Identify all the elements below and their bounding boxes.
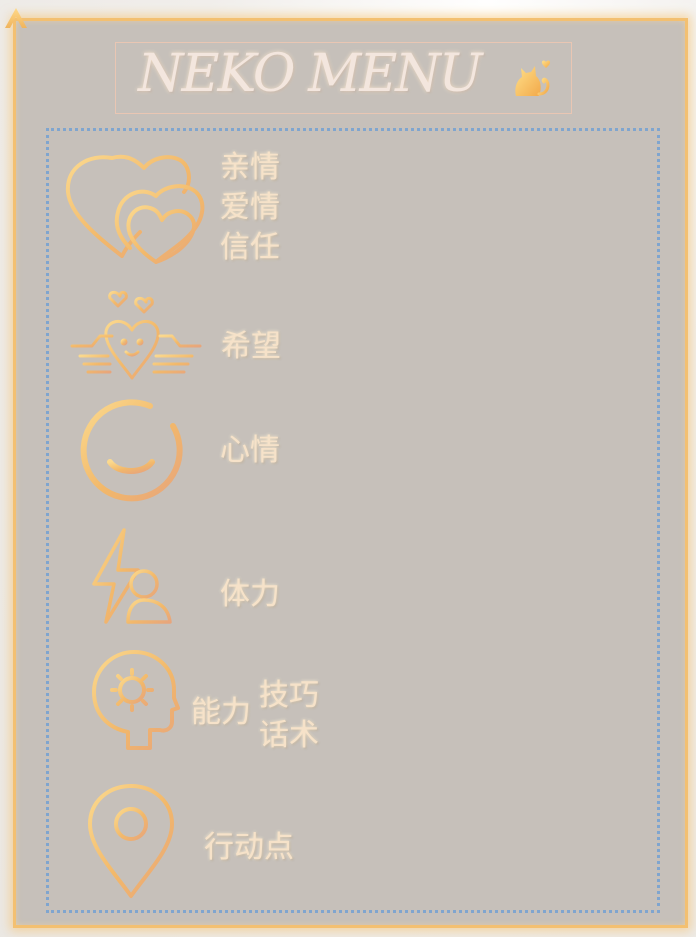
label-ability: 能力 bbox=[191, 695, 251, 730]
corner-arrow-icon bbox=[5, 8, 27, 28]
label-skill: 技巧 bbox=[259, 678, 319, 713]
label-action-points: 行动点 bbox=[204, 830, 294, 865]
lightning-person-icon bbox=[92, 528, 172, 624]
hands-heart-icon bbox=[70, 290, 202, 380]
label-romance: 爱情 bbox=[220, 190, 280, 225]
label-family-love: 亲情 bbox=[220, 150, 280, 185]
cat-icon bbox=[515, 60, 551, 96]
smiley-icon bbox=[80, 399, 183, 502]
label-stamina: 体力 bbox=[220, 577, 280, 612]
label-trust: 信任 bbox=[220, 230, 280, 265]
label-mood: 心情 bbox=[220, 433, 280, 468]
menu-title: NEKO MENU bbox=[138, 44, 483, 104]
location-pin-icon bbox=[88, 784, 174, 898]
label-hope: 希望 bbox=[221, 329, 281, 364]
hearts-icon bbox=[65, 154, 205, 264]
head-gear-icon bbox=[92, 650, 180, 750]
label-speech: 话术 bbox=[259, 718, 319, 753]
